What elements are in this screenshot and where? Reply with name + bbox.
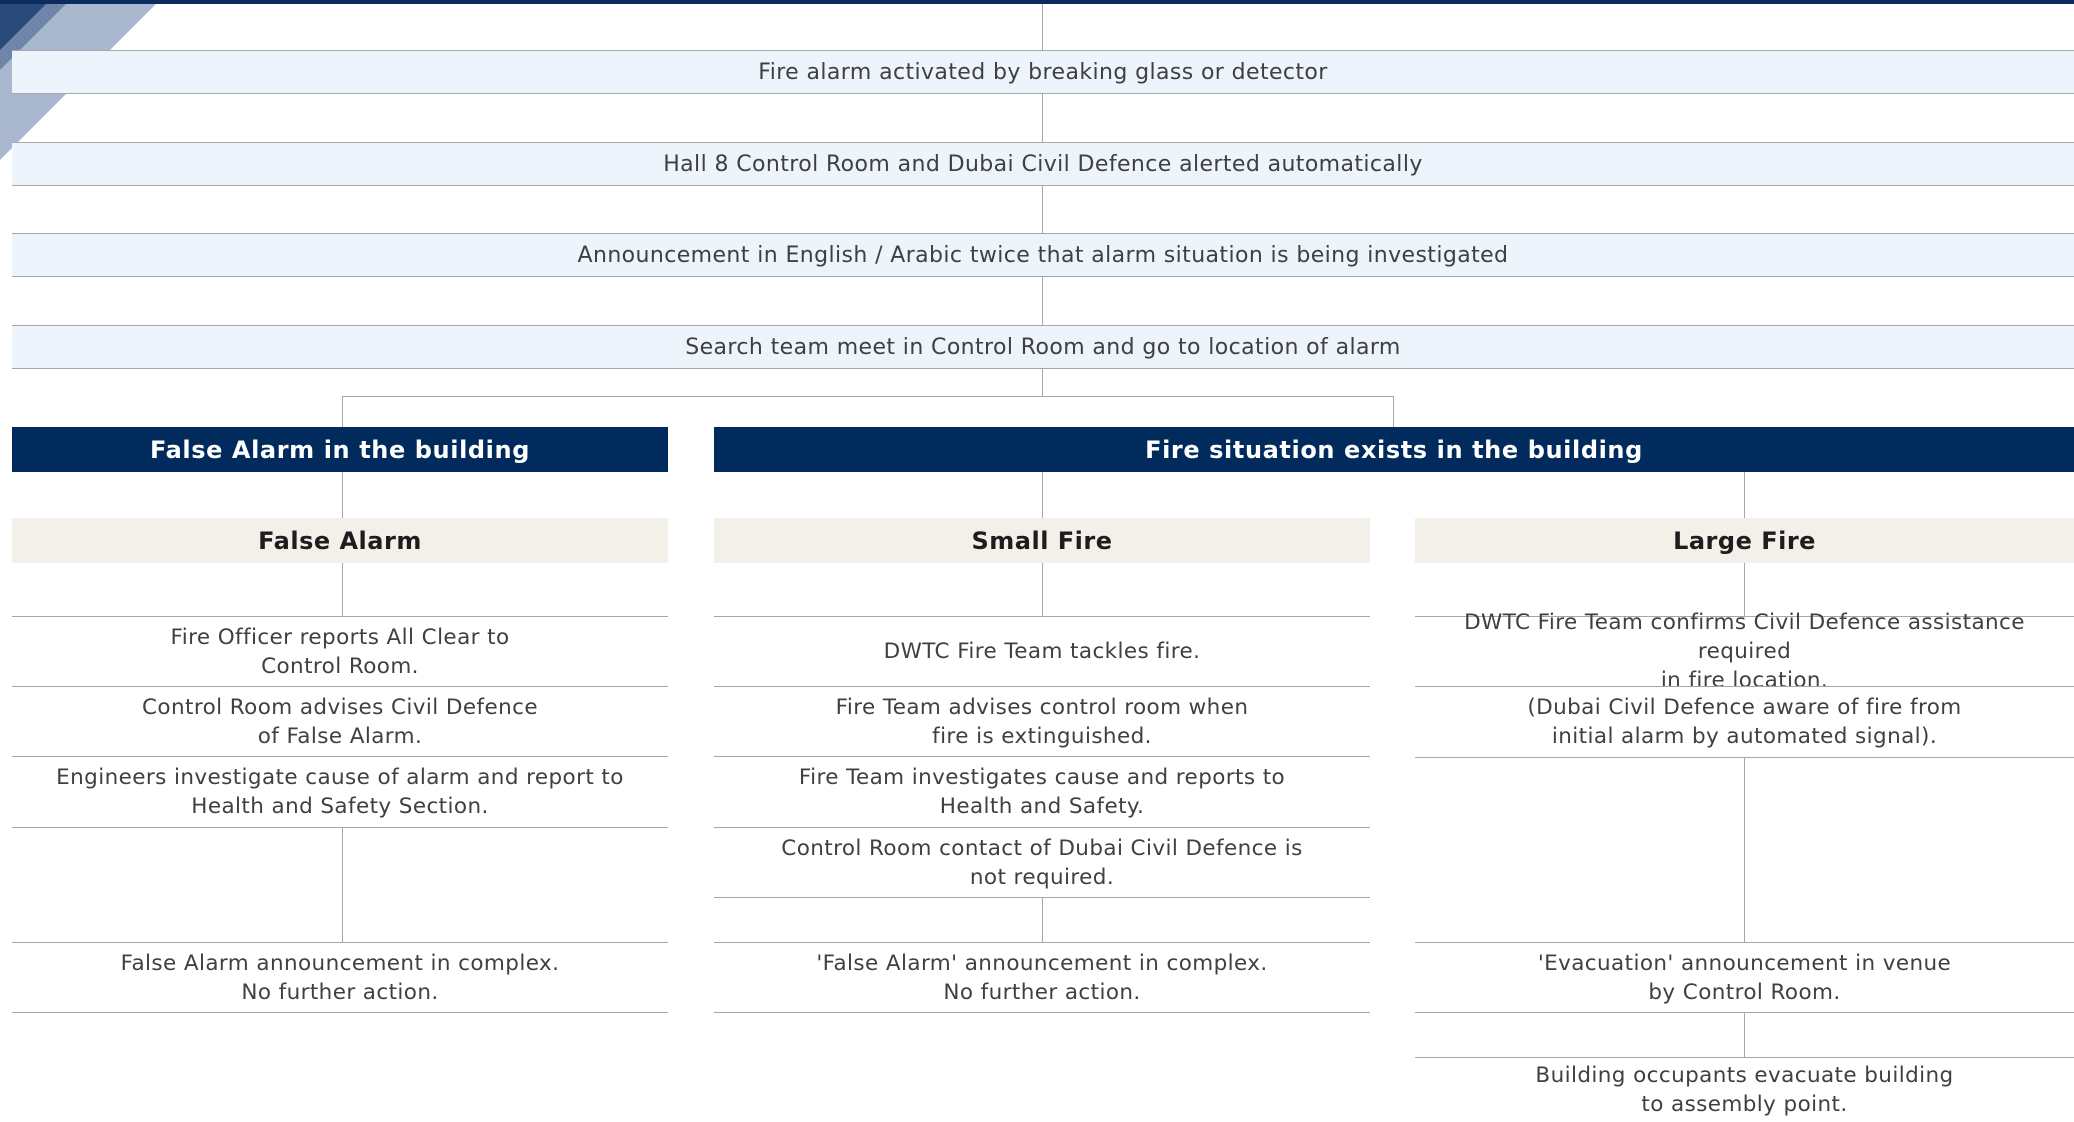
false-alarm-step: Control Room advises Civil Defence of Fa…: [12, 686, 668, 757]
connector-fire-to-large: [1744, 472, 1745, 518]
connector-split-left: [342, 396, 343, 427]
small-fire-step: DWTC Fire Team tackles fire.: [714, 616, 1370, 687]
connector-cat-false: [342, 563, 343, 616]
small-fire-step: 'False Alarm' announcement in complex. N…: [714, 942, 1370, 1013]
small-fire-step: Control Room contact of Dubai Civil Defe…: [714, 827, 1370, 898]
connector-large-gap: [1744, 757, 1745, 942]
category-small-fire: Small Fire: [714, 518, 1370, 563]
category-large-fire: Large Fire: [1415, 518, 2074, 563]
small-fire-step: Fire Team investigates cause and reports…: [714, 756, 1370, 828]
category-false-alarm: False Alarm: [12, 518, 668, 563]
small-fire-step: Fire Team advises control room when fire…: [714, 686, 1370, 757]
large-fire-step: Building occupants evacuate building to …: [1415, 1057, 2074, 1122]
connector-split-right: [1393, 396, 1394, 427]
top-border-line: [0, 0, 2074, 4]
connector-1-2: [1042, 94, 1043, 142]
false-alarm-step: Engineers investigate cause of alarm and…: [12, 756, 668, 828]
connector-small-gap: [1042, 897, 1043, 942]
large-fire-step: (Dubai Civil Defence aware of fire from …: [1415, 686, 2074, 758]
large-fire-step: DWTC Fire Team confirms Civil Defence as…: [1415, 610, 2074, 693]
connector-large-gap-2: [1744, 1012, 1745, 1057]
connector-cat-small: [1042, 563, 1043, 616]
step-search-team: Search team meet in Control Room and go …: [12, 325, 2074, 369]
step-fire-alarm-activated: Fire alarm activated by breaking glass o…: [12, 50, 2074, 94]
connector-false-to-cat: [342, 472, 343, 518]
outcome-false-alarm-building: False Alarm in the building: [12, 427, 668, 472]
false-alarm-step: Fire Officer reports All Clear to Contro…: [12, 616, 668, 687]
connector-2-3: [1042, 186, 1043, 233]
connector-3-4: [1042, 277, 1043, 325]
split-connector: [342, 396, 1394, 397]
connector-top: [1042, 4, 1043, 50]
connector-false-gap: [342, 827, 343, 942]
outcome-fire-situation: Fire situation exists in the building: [714, 427, 2074, 472]
connector-fire-to-small: [1042, 472, 1043, 518]
step-control-room-alerted: Hall 8 Control Room and Dubai Civil Defe…: [12, 142, 2074, 186]
large-fire-step: 'Evacuation' announcement in venue by Co…: [1415, 942, 2074, 1013]
step-announcement: Announcement in English / Arabic twice t…: [12, 233, 2074, 277]
connector-4-split: [1042, 369, 1043, 397]
false-alarm-step: False Alarm announcement in complex. No …: [12, 942, 668, 1013]
